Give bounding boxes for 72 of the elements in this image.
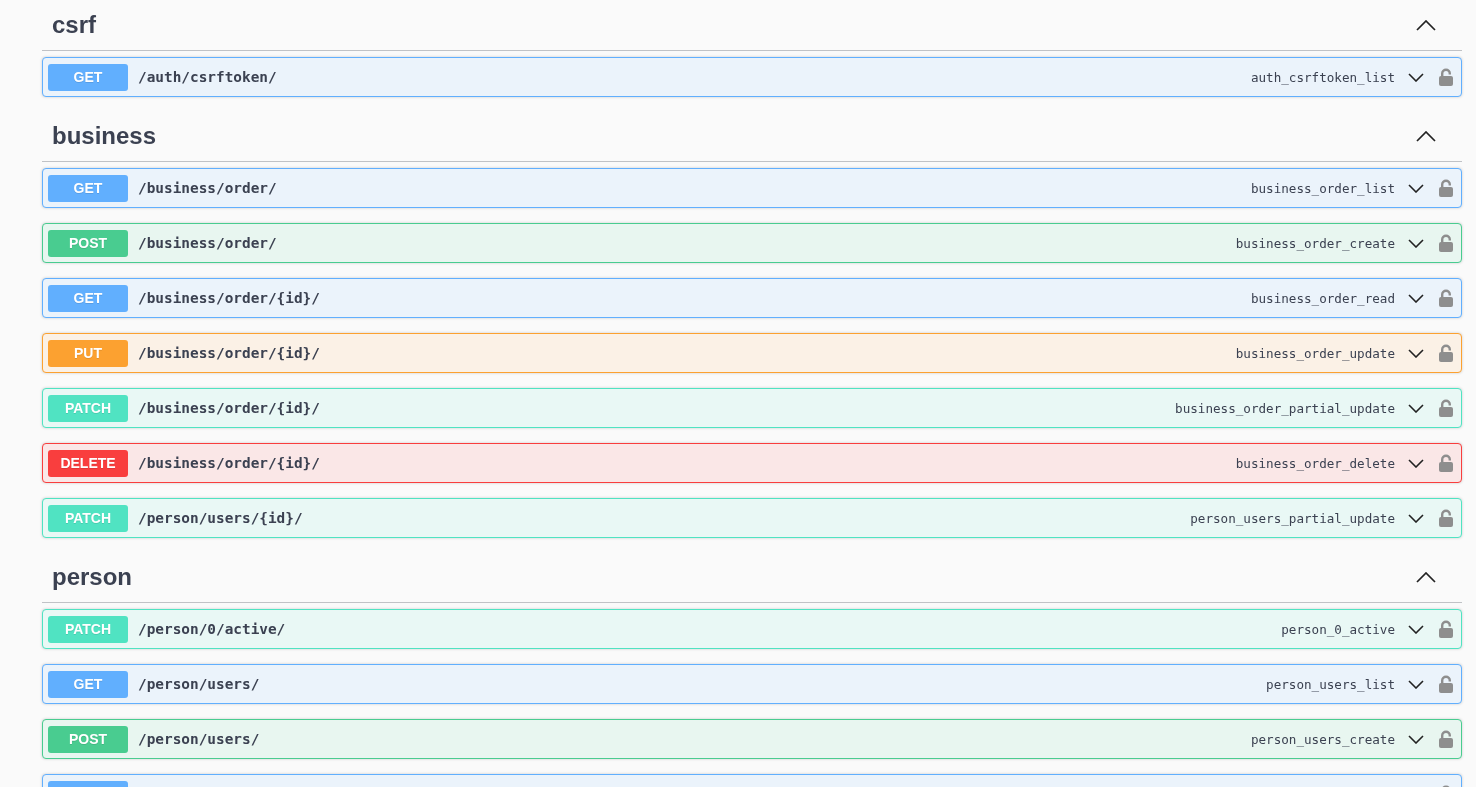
method-badge: GET (48, 174, 128, 202)
operation-id: person_users_list (1266, 676, 1395, 692)
padlock-icon[interactable] (1439, 399, 1453, 417)
method-badge: GET (48, 670, 128, 698)
chevron-down-icon[interactable] (1408, 679, 1424, 689)
method-badge: PATCH (48, 615, 128, 643)
operation-id: auth_csrftoken_list (1250, 69, 1395, 85)
operation-id: business_order_delete (1235, 455, 1395, 471)
endpoint-path: /business/order/{id}/ (138, 455, 320, 471)
endpoint-path: /auth/csrftoken/ (138, 69, 277, 85)
chevron-down-icon[interactable] (1408, 293, 1424, 303)
operation-id: business_order_read (1250, 290, 1395, 306)
operation-id: business_order_update (1235, 345, 1395, 361)
chevron-down-icon[interactable] (1408, 238, 1424, 248)
operation-row[interactable]: PATCH /person/users/{id}/ person_users_partial_update (42, 498, 1462, 538)
operation-row[interactable]: DELETE /business/order/{id}/ business_order_delete (42, 443, 1462, 483)
operation-row[interactable]: PUT /business/order/{id}/ business_order_update (42, 333, 1462, 373)
operation-id: person_users_create (1250, 731, 1395, 747)
method-badge: POST (48, 229, 128, 257)
chevron-down-icon[interactable] (1408, 183, 1424, 193)
operation-id: business_order_list (1250, 180, 1395, 196)
operation-row[interactable]: PATCH /person/0/active/ person_0_active (42, 609, 1462, 649)
padlock-icon[interactable] (1439, 289, 1453, 307)
chevron-down-icon[interactable] (1408, 734, 1424, 744)
chevron-up-icon[interactable] (1416, 131, 1436, 142)
chevron-down-icon[interactable] (1408, 513, 1424, 523)
section-heading[interactable]: csrf (52, 11, 97, 40)
operation-id: person_users_partial_update (1190, 510, 1395, 526)
operation-id: business_order_partial_update (1175, 400, 1395, 416)
operation-row[interactable]: GET /business/order/{id}/ business_order_read (42, 278, 1462, 318)
method-badge: PUT (48, 339, 128, 367)
endpoint-path: /business/order/{id}/ (138, 400, 320, 416)
padlock-icon[interactable] (1439, 675, 1453, 693)
endpoint-path: /person/users/ (138, 731, 260, 747)
padlock-icon[interactable] (1439, 620, 1453, 638)
padlock-icon[interactable] (1439, 344, 1453, 362)
endpoint-path: /person/0/active/ (138, 621, 286, 637)
padlock-icon[interactable] (1439, 454, 1453, 472)
operation-row[interactable]: GET /auth/csrftoken/ auth_csrftoken_list (42, 57, 1462, 97)
operation-row[interactable]: POST /person/users/ person_users_create (42, 719, 1462, 759)
method-badge: PATCH (48, 394, 128, 422)
chevron-down-icon[interactable] (1408, 624, 1424, 634)
endpoint-path: /person/users/{id}/ (138, 510, 303, 526)
padlock-icon[interactable] (1439, 68, 1453, 86)
section-heading[interactable]: person (52, 563, 132, 592)
chevron-down-icon[interactable] (1408, 72, 1424, 82)
endpoint-path: /business/order/ (138, 180, 277, 196)
operation-row[interactable]: PATCH /business/order/{id}/ business_order_partial_update (42, 388, 1462, 428)
chevron-down-icon[interactable] (1408, 348, 1424, 358)
padlock-icon[interactable] (1439, 234, 1453, 252)
method-badge: POST (48, 725, 128, 753)
method-badge: DELETE (48, 449, 128, 477)
operation-id: person_0_active (1281, 621, 1395, 637)
endpoint-path: /business/order/{id}/ (138, 345, 320, 361)
operation-row[interactable]: GET /person/users/ person_users_list (42, 664, 1462, 704)
operation-row[interactable]: GET /business/order/ business_order_list (42, 168, 1462, 208)
operation-id: business_order_create (1235, 235, 1395, 251)
padlock-icon[interactable] (1439, 509, 1453, 527)
method-badge: GET (48, 63, 128, 91)
method-badge: GET (48, 284, 128, 312)
endpoint-path: /business/order/{id}/ (138, 290, 320, 306)
chevron-down-icon[interactable] (1408, 458, 1424, 468)
chevron-up-icon[interactable] (1416, 572, 1436, 583)
padlock-icon[interactable] (1439, 179, 1453, 197)
method-badge: PATCH (48, 504, 128, 532)
endpoint-path: /person/users/ (138, 676, 260, 692)
chevron-up-icon[interactable] (1416, 20, 1436, 31)
operation-row[interactable]: POST /business/order/ business_order_create (42, 223, 1462, 263)
chevron-down-icon[interactable] (1408, 403, 1424, 413)
padlock-icon[interactable] (1439, 730, 1453, 748)
section-heading[interactable]: business (52, 122, 157, 151)
endpoint-path: /business/order/ (138, 235, 277, 251)
